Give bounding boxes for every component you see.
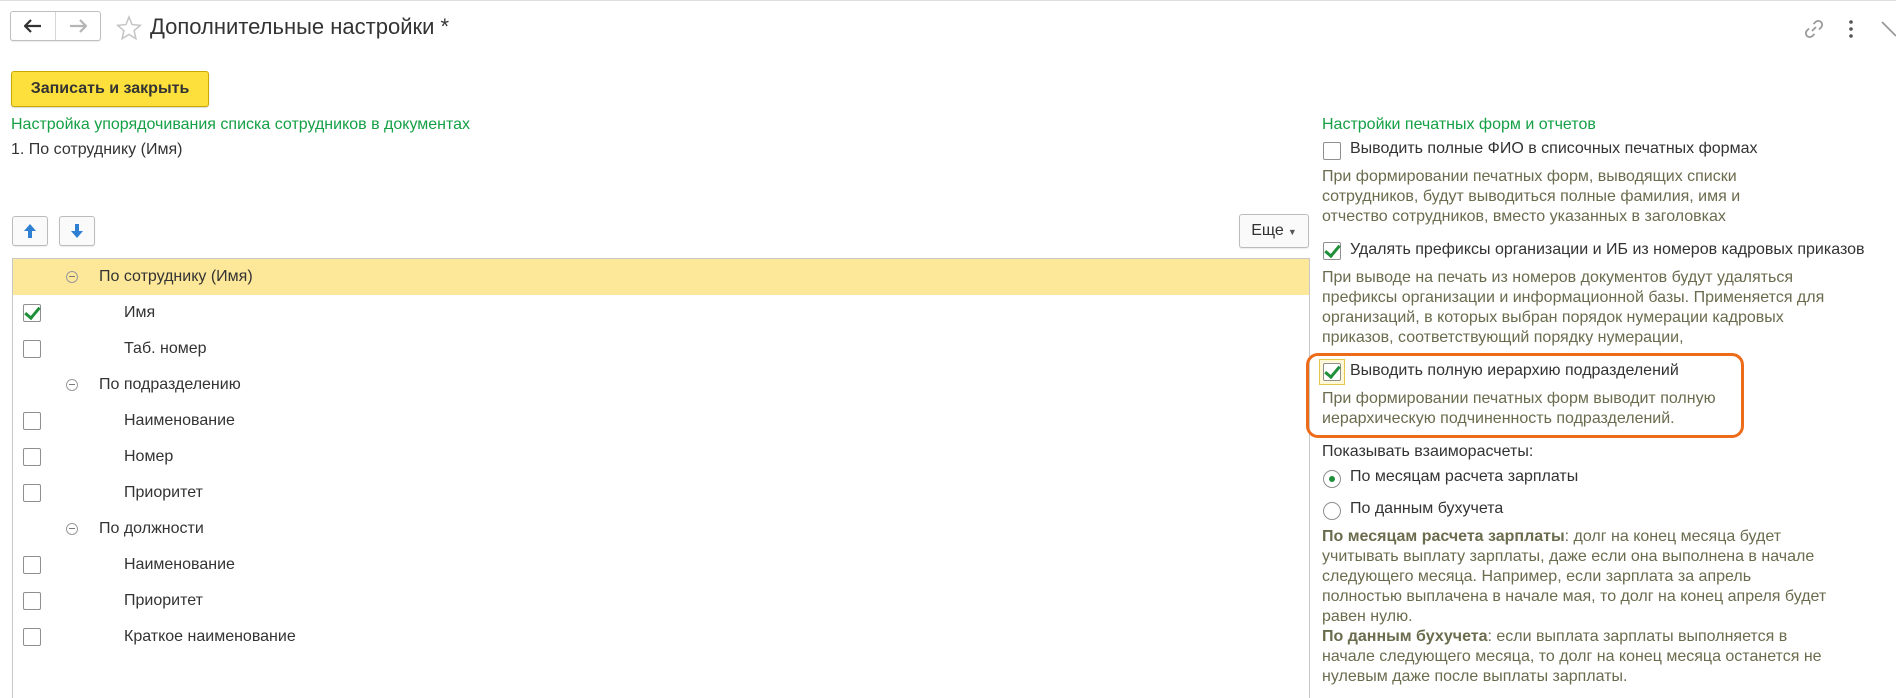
tree-field-row[interactable]: Краткое наименование <box>13 619 1309 655</box>
tree-group-row[interactable]: По подразделению <box>13 367 1309 403</box>
tree-field-label: Имя <box>124 304 156 321</box>
collapse-icon[interactable] <box>66 523 78 535</box>
save-and-close-button[interactable]: Записать и закрыть <box>11 71 209 107</box>
tree-field-label: Наименование <box>124 412 235 429</box>
tree-field-checkbox[interactable] <box>23 304 41 322</box>
tree-group-label: По сотруднику (Имя) <box>99 268 253 285</box>
move-up-button[interactable] <box>12 216 48 246</box>
tree-field-label: Приоритет <box>124 484 203 501</box>
full-name-description: При формировании печатных форм, выводящи… <box>1322 168 1741 225</box>
link-icon[interactable] <box>1803 18 1825 40</box>
navigation-buttons <box>10 11 101 41</box>
tree-field-checkbox[interactable] <box>23 340 41 358</box>
back-button[interactable] <box>11 12 55 40</box>
tree-group-row[interactable]: По должности <box>13 511 1309 547</box>
back-arrow-icon <box>24 19 41 33</box>
tree-field-row[interactable]: Наименование <box>13 403 1309 439</box>
full-name-label[interactable]: Выводить полные ФИО в списочных печатных… <box>1350 140 1757 158</box>
radio-by-accounting[interactable] <box>1323 502 1341 520</box>
desc-payroll-title: По месяцам расчета зарплаты <box>1322 528 1565 545</box>
more-actions-button[interactable]: Еще ▼ <box>1239 214 1309 248</box>
remove-prefixes-label[interactable]: Удалять префиксы организации и ИБ из ном… <box>1350 241 1865 259</box>
page-title: Дополнительные настройки * <box>150 14 450 39</box>
star-icon[interactable] <box>116 15 142 41</box>
tree-field-checkbox[interactable] <box>23 448 41 466</box>
tree-field-row[interactable]: Имя <box>13 295 1309 331</box>
full-hierarchy-label[interactable]: Выводить полную иерархию подразделений <box>1350 362 1679 380</box>
more-vertical-icon[interactable] <box>1845 17 1857 41</box>
collapse-icon[interactable] <box>66 379 78 391</box>
radio-by-payroll-months[interactable] <box>1323 470 1341 488</box>
remove-prefixes-description: При выводе на печать из номеров документ… <box>1322 269 1825 346</box>
full-name-checkbox[interactable] <box>1323 142 1341 160</box>
tree-field-label: Таб. номер <box>124 340 207 357</box>
top-border <box>0 0 1896 1</box>
tree-group-label: По должности <box>99 520 204 537</box>
ordering-tree: По сотруднику (Имя) Имя Таб. номер По по… <box>12 258 1310 698</box>
tree-field-row[interactable]: Номер <box>13 439 1309 475</box>
tree-field-label: Номер <box>124 448 174 465</box>
dropdown-caret-icon: ▼ <box>1287 227 1297 237</box>
radio-by-payroll-months-label[interactable]: По месяцам расчета зарплаты <box>1350 468 1578 486</box>
radio-by-accounting-label[interactable]: По данным бухучета <box>1350 500 1503 518</box>
tree-field-checkbox[interactable] <box>23 592 41 610</box>
move-down-button[interactable] <box>59 216 95 246</box>
settlements-label: Показывать взаиморасчеты: <box>1322 443 1534 460</box>
move-up-icon <box>24 224 36 238</box>
tree-field-row[interactable]: Приоритет <box>13 475 1309 511</box>
move-down-icon <box>71 224 83 238</box>
remove-prefixes-checkbox[interactable] <box>1323 242 1341 260</box>
full-hierarchy-description: При формировании печатных форм выводит п… <box>1322 390 1716 427</box>
tree-group-row[interactable]: По сотруднику (Имя) <box>13 259 1309 295</box>
tree-field-row[interactable]: Наименование <box>13 547 1309 583</box>
tree-field-label: Приоритет <box>124 592 203 609</box>
desc-accounting-title: По данным бухучета <box>1322 628 1488 645</box>
tree-field-checkbox[interactable] <box>23 484 41 502</box>
print-settings-section-title: Настройки печатных форм и отчетов <box>1322 116 1596 133</box>
ordering-section-title: Настройка упорядочивания списка сотрудни… <box>11 116 471 133</box>
tree-field-label: Наименование <box>124 556 235 573</box>
tree-field-checkbox[interactable] <box>23 412 41 430</box>
collapse-icon[interactable] <box>66 271 78 283</box>
tree-field-row[interactable]: Приоритет <box>13 583 1309 619</box>
settlements-description: По месяцам расчета зарплаты: долг на кон… <box>1322 527 1832 687</box>
forward-button[interactable] <box>55 12 100 40</box>
more-actions-label: Еще <box>1251 222 1284 239</box>
tree-group-label: По подразделению <box>99 376 241 393</box>
full-hierarchy-checkbox[interactable] <box>1323 363 1341 381</box>
current-order-text: 1. По сотруднику (Имя) <box>11 141 183 158</box>
tree-field-checkbox[interactable] <box>23 628 41 646</box>
tree-field-row[interactable]: Таб. номер <box>13 331 1309 367</box>
close-icon[interactable] <box>1879 19 1896 39</box>
tree-field-label: Краткое наименование <box>124 628 296 645</box>
forward-arrow-icon <box>70 19 87 33</box>
tree-field-checkbox[interactable] <box>23 556 41 574</box>
